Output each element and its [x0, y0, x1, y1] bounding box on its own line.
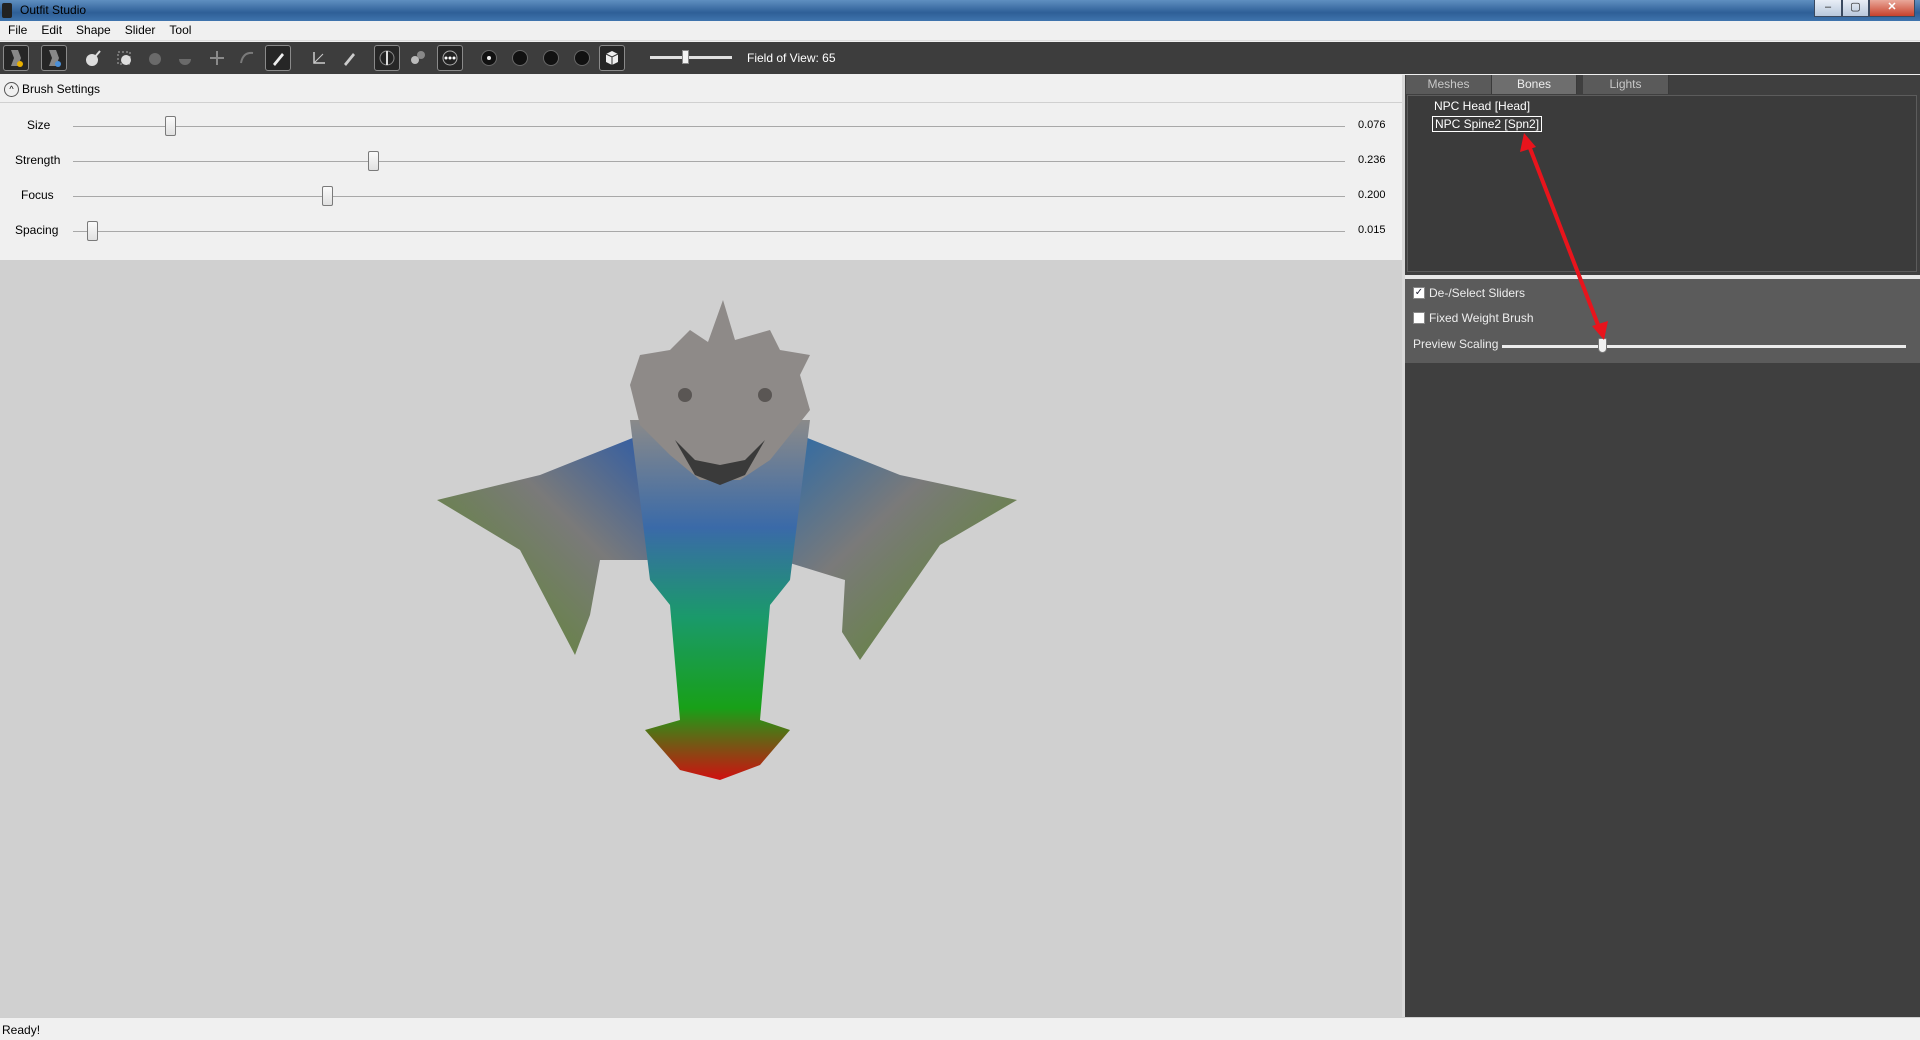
- spacing-slider-thumb[interactable]: [87, 221, 99, 241]
- tab-bones[interactable]: Bones: [1492, 75, 1577, 94]
- select-icon[interactable]: [80, 45, 106, 71]
- load-reference-icon[interactable]: [41, 45, 67, 71]
- mesh-right-wing: [780, 435, 1017, 660]
- strength-label: Strength: [15, 153, 61, 167]
- size-slider-track[interactable]: [73, 126, 1345, 127]
- window-title: Outfit Studio: [20, 3, 87, 17]
- brush-size-4-icon[interactable]: [569, 45, 595, 71]
- field-of-view-slider[interactable]: [650, 56, 732, 59]
- mesh-eye-left: [678, 388, 692, 402]
- status-bar: Ready!: [0, 1017, 1920, 1040]
- brush-size-1-icon[interactable]: [476, 45, 502, 71]
- focus-value: 0.200: [1358, 189, 1386, 201]
- mesh-preview: [437, 300, 1017, 780]
- tab-meshes[interactable]: Meshes: [1406, 75, 1492, 94]
- menu-edit[interactable]: Edit: [33, 21, 68, 37]
- menu-tool[interactable]: Tool: [161, 21, 197, 37]
- preview-scaling-slider-thumb[interactable]: [1598, 338, 1607, 353]
- mirror-icon[interactable]: [374, 45, 400, 71]
- spacing-slider-row: Spacing 0.015: [0, 221, 1402, 241]
- maximize-button[interactable]: ▢: [1842, 0, 1869, 17]
- status-text: Ready!: [2, 1023, 41, 1037]
- mesh-left-wing: [437, 435, 660, 655]
- strength-slider-thumb[interactable]: [368, 151, 380, 171]
- bone-list: NPC Head [Head] NPC Spine2 [Spn2]: [1407, 95, 1917, 272]
- menu-bar: File Edit Shape Slider Tool: [0, 21, 1920, 41]
- focus-label: Focus: [21, 188, 54, 202]
- spacing-value: 0.015: [1358, 224, 1386, 236]
- move-icon[interactable]: [204, 45, 230, 71]
- toolbar: [0, 42, 1920, 74]
- title-bar[interactable]: Outfit Studio – ▢ ✕: [0, 0, 1920, 21]
- app-icon: [2, 3, 12, 18]
- close-button[interactable]: ✕: [1869, 0, 1915, 17]
- fixed-weight-brush-checkbox[interactable]: [1413, 312, 1425, 324]
- size-label: Size: [27, 118, 51, 132]
- spacing-label: Spacing: [15, 223, 59, 237]
- deflate-icon[interactable]: [172, 45, 198, 71]
- inflate-icon[interactable]: [142, 45, 168, 71]
- brush-size-3-icon[interactable]: [538, 45, 564, 71]
- focus-slider-row: Focus 0.200: [0, 186, 1402, 206]
- transform-icon[interactable]: [306, 45, 332, 71]
- menu-shape[interactable]: Shape: [68, 21, 117, 37]
- strength-value: 0.236: [1358, 154, 1386, 166]
- collapse-chevron-icon[interactable]: ^: [4, 81, 19, 97]
- preview-scaling-label: Preview Scaling: [1413, 337, 1499, 351]
- focus-slider-track[interactable]: [73, 196, 1345, 197]
- fixed-weight-brush-option[interactable]: Fixed Weight Brush: [1413, 311, 1534, 325]
- xray-icon[interactable]: [437, 45, 463, 71]
- deselect-sliders-label: De-/Select Sliders: [1429, 286, 1526, 300]
- outfit-studio-window: Outfit Studio – ▢ ✕ File Edit Shape Slider T…: [0, 0, 1920, 1040]
- minimize-button[interactable]: –: [1814, 0, 1842, 17]
- smooth-icon[interactable]: [234, 45, 260, 71]
- 3d-viewport[interactable]: [0, 260, 1402, 1017]
- pivot-icon[interactable]: [336, 45, 362, 71]
- size-slider-thumb[interactable]: [164, 116, 176, 136]
- bone-item-npc-head[interactable]: NPC Head [Head]: [1432, 99, 1532, 115]
- mesh-eye-right: [758, 388, 772, 402]
- field-of-view-slider-thumb[interactable]: [682, 50, 689, 64]
- size-slider-row: Size 0.076: [0, 116, 1402, 136]
- menu-slider[interactable]: Slider: [117, 21, 162, 37]
- size-value: 0.076: [1358, 119, 1386, 131]
- strength-slider-track[interactable]: [73, 161, 1345, 162]
- menu-file[interactable]: File: [0, 21, 33, 37]
- cube-view-icon[interactable]: [599, 45, 625, 71]
- connected-icon[interactable]: [405, 45, 431, 71]
- bone-item-npc-spine2[interactable]: NPC Spine2 [Spn2]: [1432, 116, 1543, 132]
- tab-lights[interactable]: Lights: [1583, 75, 1669, 94]
- preview-scaling-slider[interactable]: [1502, 345, 1906, 348]
- strength-slider-row: Strength 0.236: [0, 151, 1402, 171]
- bone-options: ✓ De-/Select Sliders Fixed Weight Brush …: [1405, 279, 1920, 363]
- brush-settings-title: Brush Settings: [22, 82, 101, 96]
- load-outfit-icon[interactable]: [3, 45, 29, 71]
- deselect-sliders-option[interactable]: ✓ De-/Select Sliders: [1413, 286, 1525, 300]
- brush-settings-header[interactable]: ^ Brush Settings: [4, 81, 100, 97]
- deselect-sliders-checkbox[interactable]: ✓: [1413, 287, 1425, 299]
- weight-brush-icon[interactable]: [265, 45, 291, 71]
- mask-icon[interactable]: [111, 45, 137, 71]
- divider: [0, 102, 1402, 103]
- focus-slider-thumb[interactable]: [322, 186, 334, 206]
- brush-settings-panel: ^ Brush Settings Size 0.076 Strength 0.2…: [0, 75, 1402, 260]
- brush-size-2-icon[interactable]: [507, 45, 533, 71]
- spacing-slider-track[interactable]: [73, 231, 1345, 232]
- fixed-weight-brush-label: Fixed Weight Brush: [1429, 311, 1534, 325]
- field-of-view-label: Field of View: 65: [747, 51, 836, 65]
